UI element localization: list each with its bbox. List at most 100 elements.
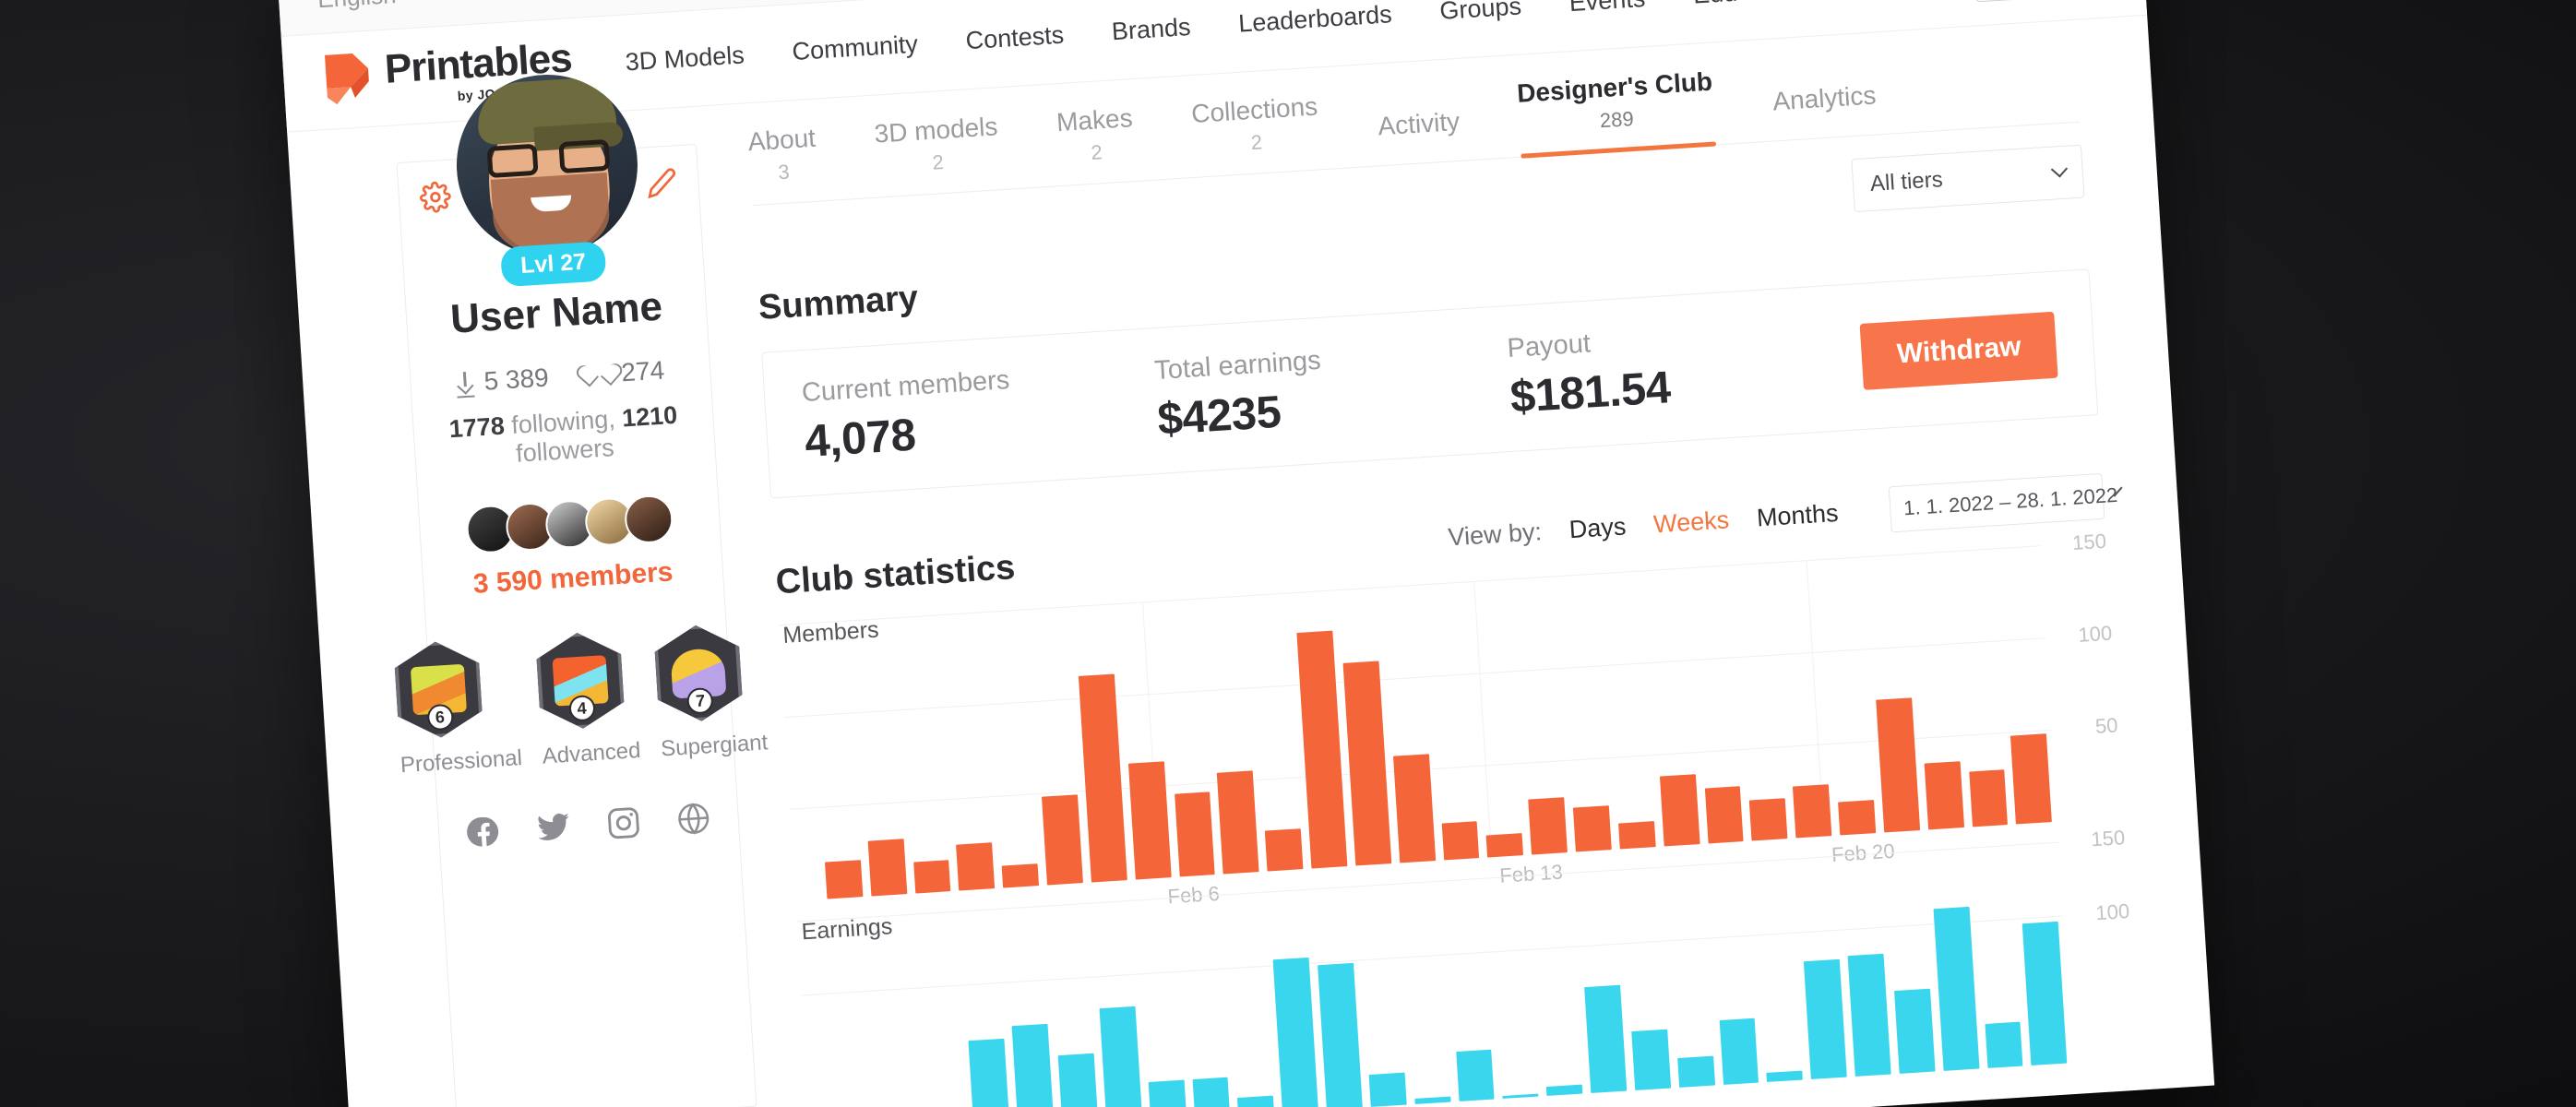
tab-collections[interactable]: Collections 2 [1190,91,1321,176]
chart-bar[interactable] [1127,761,1172,880]
chart-bar[interactable] [1342,661,1392,866]
tab-count [1379,142,1461,148]
date-range-select[interactable]: 1. 1. 2022 – 28. 1. 2022 [1888,472,2123,533]
nav-link-edu[interactable]: Edu [1692,0,1738,10]
chart-bar[interactable] [1838,800,1877,836]
chart-bar[interactable] [1318,963,1363,1107]
nav-link-brands[interactable]: Brands [1111,13,1191,46]
tab-label: About [746,123,817,157]
profile-sidebar: Lvl 27 User Name 5 389 274 1778 followin… [393,69,769,1107]
member-avatars[interactable] [437,492,702,556]
pencil-icon[interactable] [645,166,678,199]
chart-bar[interactable] [1968,769,2009,827]
level-badge: Lvl 27 [500,241,607,288]
chart-bar[interactable] [1704,786,1744,844]
chart-bar[interactable] [1676,1055,1715,1088]
tier-filter-select[interactable]: All tiers [1851,144,2085,213]
chart-bar[interactable] [1237,1095,1275,1107]
chart-bar[interactable] [1042,794,1083,886]
chart-bar[interactable] [1392,754,1436,863]
chart-bar[interactable] [867,839,907,897]
tab-makes[interactable]: Makes 2 [1055,103,1137,185]
chart-bar[interactable] [1893,989,1936,1074]
language-label: English [316,0,397,14]
chart-bar[interactable] [1502,1093,1539,1099]
chart-bar[interactable] [1001,863,1040,888]
desktop-background: English Search 3 3 [0,0,2576,1107]
withdraw-button[interactable]: Withdraw [1859,311,2058,390]
chart-bar[interactable] [1749,798,1788,841]
chart-bar[interactable] [1985,1021,2023,1068]
chart-bar[interactable] [1804,958,1847,1079]
chart-bar[interactable] [1192,1077,1231,1107]
chart-bar[interactable] [968,1038,1010,1107]
chart-bar[interactable] [1572,805,1612,852]
chart-bar[interactable] [1296,630,1348,869]
tab-designers-club[interactable]: Designer's Club 289 [1516,67,1716,157]
twitter-icon[interactable] [535,809,572,846]
nav-link-3d-models[interactable]: 3D Models [625,41,745,77]
chart-bar[interactable] [1719,1018,1759,1085]
create-button[interactable]: + Create [1973,0,2107,3]
chart-bar[interactable] [1265,828,1304,872]
y-axis-tick-label: 100 [2094,899,2130,925]
chart-bar[interactable] [1584,984,1628,1093]
profile-ministats: 5 389 274 [429,354,692,400]
language-selector[interactable]: English [316,0,417,14]
badge-professional[interactable]: 6 Professional [393,637,523,779]
chart-bar[interactable] [1011,1023,1055,1107]
y-axis-tick-label: 50 [2094,713,2119,738]
tab-count: 2 [931,150,945,174]
chart-bar[interactable] [1924,761,1964,830]
chart-bar[interactable] [1455,1049,1495,1101]
members-count[interactable]: 3 590 members [441,554,705,602]
chart-bar[interactable] [1414,1096,1451,1104]
badge-advanced[interactable]: 4 Advanced [535,629,642,769]
chart-bar[interactable] [956,842,996,891]
tab-3d-models[interactable]: 3D models 2 [874,112,1002,196]
chart-bar[interactable] [1528,797,1568,855]
chart-bar[interactable] [1546,1084,1583,1096]
badge-label: Professional [400,745,523,779]
view-option-weeks[interactable]: Weeks [1652,506,1730,539]
instagram-icon[interactable] [605,804,642,841]
tab-activity[interactable]: Activity [1377,107,1462,165]
chart-bar[interactable] [1099,1006,1143,1107]
nav-link-contests[interactable]: Contests [965,21,1065,56]
view-by-label: View by: [1447,517,1543,551]
gear-icon[interactable] [419,181,452,214]
chart-bar[interactable] [1174,792,1216,877]
nav-link-community[interactable]: Community [792,30,919,67]
view-option-days[interactable]: Days [1568,512,1627,544]
chart-bar[interactable] [1793,784,1832,839]
view-option-months[interactable]: Months [1756,498,1839,531]
website-icon[interactable] [675,800,712,837]
chart-bar[interactable] [912,860,951,894]
chart-bar[interactable] [824,860,864,899]
chart-bar[interactable] [1659,774,1700,847]
chart-bar[interactable] [1217,770,1259,875]
tab-analytics[interactable]: Analytics [1771,80,1878,140]
chart-bar[interactable] [1631,1029,1671,1090]
chart-bar[interactable] [1617,821,1656,850]
chart-bar[interactable] [1847,953,1891,1077]
nav-link-groups[interactable]: Groups [1439,0,1522,26]
chart-bar[interactable] [1078,673,1127,883]
chart-bar[interactable] [2010,733,2053,825]
chart-bar[interactable] [1368,1072,1407,1107]
nav-link-leaderboards[interactable]: Leaderboards [1237,0,1392,38]
chart-bar[interactable] [1057,1053,1099,1107]
page-body: Lvl 27 User Name 5 389 274 1778 followin… [287,16,2210,1107]
chart-bar[interactable] [1766,1070,1804,1082]
chart-bar[interactable] [1441,821,1480,861]
chart-bar[interactable] [1876,697,1920,833]
tab-about[interactable]: About 3 [747,124,819,205]
badge-supergiant[interactable]: 7 Supergiant [653,621,769,762]
nav-link-blog[interactable]: Blog [1784,0,1836,4]
chart-bar[interactable] [1148,1080,1187,1107]
chart-bar[interactable] [1272,957,1319,1107]
facebook-icon[interactable] [465,814,502,851]
nav-link-events[interactable]: Events [1568,0,1646,18]
chart-bar[interactable] [1933,906,1980,1071]
chart-bar[interactable] [1486,833,1524,858]
